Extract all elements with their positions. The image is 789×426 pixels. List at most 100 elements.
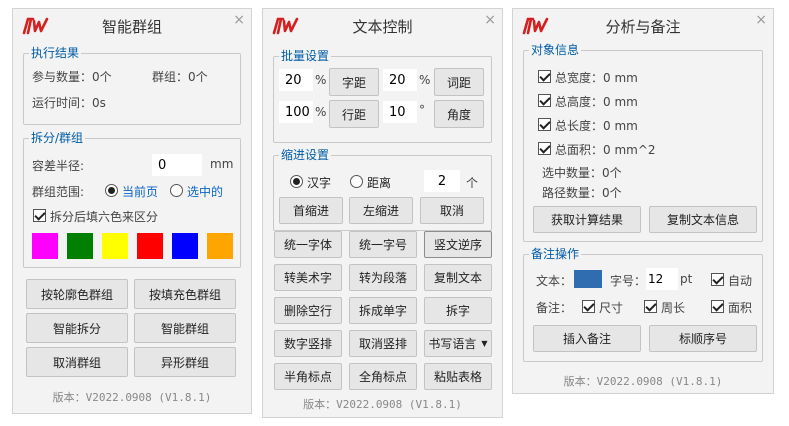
radius-label: 容差半径: bbox=[32, 159, 85, 173]
word-spacing-button[interactable]: 词距 bbox=[434, 68, 484, 96]
scope-selected-label[interactable]: 选中的 bbox=[187, 183, 223, 200]
vertical-reverse-button[interactable]: 竖文逆序 bbox=[424, 231, 492, 258]
area-label: 面积 bbox=[728, 301, 753, 315]
version-label: 版本： bbox=[52, 391, 86, 404]
left-indent-button[interactable]: 左缩进 bbox=[349, 197, 413, 224]
percent-unit: % bbox=[315, 105, 327, 119]
six-color-label: 拆分后填六色来区分 bbox=[50, 210, 159, 224]
copy-text-button[interactable]: 复制文本 bbox=[424, 264, 492, 291]
indent-settings-group: 缩进设置 汉字 距离 2 个 首缩进 左缩进 取消 bbox=[273, 147, 492, 231]
dimension-label: 尺寸 bbox=[599, 301, 624, 315]
color-swatch-magenta[interactable] bbox=[32, 233, 58, 259]
split-single-chars-button[interactable]: 拆成单字 bbox=[349, 297, 417, 324]
color-swatch-orange[interactable] bbox=[207, 233, 233, 259]
writing-language-dropdown[interactable]: 书写语言 ▼ bbox=[424, 330, 492, 357]
full-width-punct-button[interactable]: 全角标点 bbox=[349, 363, 417, 390]
total-length-label: 总长度：0 mm bbox=[555, 119, 638, 133]
indent-unit: 个 bbox=[466, 176, 479, 190]
dimension-checkbox[interactable] bbox=[582, 300, 595, 313]
char-spacing-input[interactable]: 20 bbox=[279, 69, 313, 91]
close-icon[interactable]: × bbox=[484, 12, 496, 28]
font-size-input[interactable]: 12 bbox=[646, 268, 678, 290]
window-title: 智能群组 bbox=[101, 18, 162, 36]
ungroup-button[interactable]: 取消群组 bbox=[26, 347, 128, 377]
line-spacing-input[interactable]: 100 bbox=[279, 101, 313, 123]
total-height-label: 总高度：0 mm bbox=[555, 95, 638, 109]
hanzi-radio[interactable] bbox=[290, 175, 303, 188]
window-title: 分析与备注 bbox=[605, 18, 681, 36]
color-swatch-blue[interactable] bbox=[172, 233, 198, 259]
auto-checkbox[interactable] bbox=[711, 273, 724, 286]
close-icon[interactable]: × bbox=[755, 12, 767, 28]
version-label: 版本： bbox=[303, 398, 337, 411]
auto-label: 自动 bbox=[728, 274, 753, 288]
hanzi-label[interactable]: 汉字 bbox=[307, 174, 331, 191]
dropdown-arrow-icon: ▼ bbox=[481, 339, 488, 348]
version-value: V2022.0908 (V1.8.1) bbox=[85, 391, 212, 404]
split-chars-button[interactable]: 拆字 bbox=[424, 297, 492, 324]
distance-label[interactable]: 距离 bbox=[367, 174, 391, 191]
color-swatch-yellow[interactable] bbox=[102, 233, 128, 259]
cancel-vertical-button[interactable]: 取消竖排 bbox=[349, 330, 417, 357]
outline-color-group-button[interactable]: 按轮廓色群组 bbox=[26, 279, 128, 309]
total-area-label: 总面积：0 mm^2 bbox=[555, 143, 656, 157]
angle-input[interactable]: 10 bbox=[383, 101, 417, 123]
fill-color-group-button[interactable]: 按填充色群组 bbox=[134, 279, 236, 309]
label-sequence-button[interactable]: 标顺序号 bbox=[649, 325, 757, 352]
color-swatch-green[interactable] bbox=[67, 233, 93, 259]
cancel-indent-button[interactable]: 取消 bbox=[420, 197, 484, 224]
perimeter-checkbox[interactable] bbox=[644, 300, 657, 313]
font-size-unit: pt bbox=[680, 272, 693, 286]
total-width-checkbox[interactable] bbox=[538, 70, 551, 83]
shape-group-button[interactable]: 异形群组 bbox=[134, 347, 236, 377]
scope-current-radio[interactable] bbox=[105, 184, 118, 197]
group-legend: 对象信息 bbox=[529, 42, 582, 58]
number-vertical-button[interactable]: 数字竖排 bbox=[274, 330, 342, 357]
first-line-indent-button[interactable]: 首缩进 bbox=[279, 197, 343, 224]
result-group: 执行结果 参与数量：0个 群组：0个 运行时间：0s bbox=[23, 45, 241, 125]
close-icon[interactable]: × bbox=[233, 12, 245, 28]
smart-group-panel: 智能群组 × 执行结果 参与数量：0个 群组：0个 运行时间：0s 拆分/群组 … bbox=[12, 8, 252, 414]
group-count: 群组：0个 bbox=[152, 70, 208, 84]
total-length-checkbox[interactable] bbox=[538, 118, 551, 131]
total-area-checkbox[interactable] bbox=[538, 142, 551, 155]
percent-unit: % bbox=[315, 73, 327, 87]
scope-current-label[interactable]: 当前页 bbox=[122, 183, 158, 200]
six-color-checkbox[interactable] bbox=[33, 209, 46, 222]
text-color-swatch[interactable] bbox=[574, 270, 602, 288]
group-legend: 批量设置 bbox=[279, 48, 332, 64]
get-result-button[interactable]: 获取计算结果 bbox=[533, 206, 641, 233]
smart-group-button[interactable]: 智能群组 bbox=[134, 313, 236, 343]
unify-size-button[interactable]: 统一字号 bbox=[349, 231, 417, 258]
char-spacing-button[interactable]: 字距 bbox=[329, 68, 379, 96]
note-label: 备注： bbox=[536, 301, 573, 315]
line-spacing-button[interactable]: 行距 bbox=[329, 100, 379, 128]
area-checkbox[interactable] bbox=[711, 300, 724, 313]
titlebar: 分析与备注 × bbox=[513, 9, 773, 41]
paste-table-button[interactable]: 粘贴表格 bbox=[424, 363, 492, 390]
unify-font-button[interactable]: 统一字体 bbox=[274, 231, 342, 258]
group-legend: 拆分/群组 bbox=[29, 130, 86, 146]
total-height-checkbox[interactable] bbox=[538, 94, 551, 107]
radius-input[interactable]: 0 bbox=[152, 154, 202, 176]
to-art-text-button[interactable]: 转美术字 bbox=[274, 264, 342, 291]
color-swatch-red[interactable] bbox=[137, 233, 163, 259]
insert-note-button[interactable]: 插入备注 bbox=[533, 325, 641, 352]
run-time: 运行时间：0s bbox=[32, 96, 106, 110]
half-width-punct-button[interactable]: 半角标点 bbox=[274, 363, 342, 390]
group-legend: 执行结果 bbox=[29, 45, 82, 61]
indent-value-input[interactable]: 2 bbox=[424, 170, 460, 192]
scope-selected-radio[interactable] bbox=[170, 184, 183, 197]
copy-info-button[interactable]: 复制文本信息 bbox=[649, 206, 757, 233]
to-paragraph-button[interactable]: 转为段落 bbox=[349, 264, 417, 291]
participant-count: 参与数量：0个 bbox=[32, 70, 112, 84]
smart-split-button[interactable]: 智能拆分 bbox=[26, 313, 128, 343]
total-width-label: 总宽度：0 mm bbox=[555, 71, 638, 85]
analysis-notes-panel: 分析与备注 × 对象信息 总宽度：0 mm 总高度：0 mm 总长度：0 mm … bbox=[512, 8, 774, 394]
delete-empty-lines-button[interactable]: 删除空行 bbox=[274, 297, 342, 324]
text-control-panel: 文本控制 × 批量设置 20 % 字距 20 % 词距 100 % 行距 10 … bbox=[262, 8, 503, 418]
angle-button[interactable]: 角度 bbox=[434, 100, 484, 128]
distance-radio[interactable] bbox=[350, 175, 363, 188]
word-spacing-input[interactable]: 20 bbox=[383, 69, 417, 91]
perimeter-label: 周长 bbox=[661, 301, 686, 315]
